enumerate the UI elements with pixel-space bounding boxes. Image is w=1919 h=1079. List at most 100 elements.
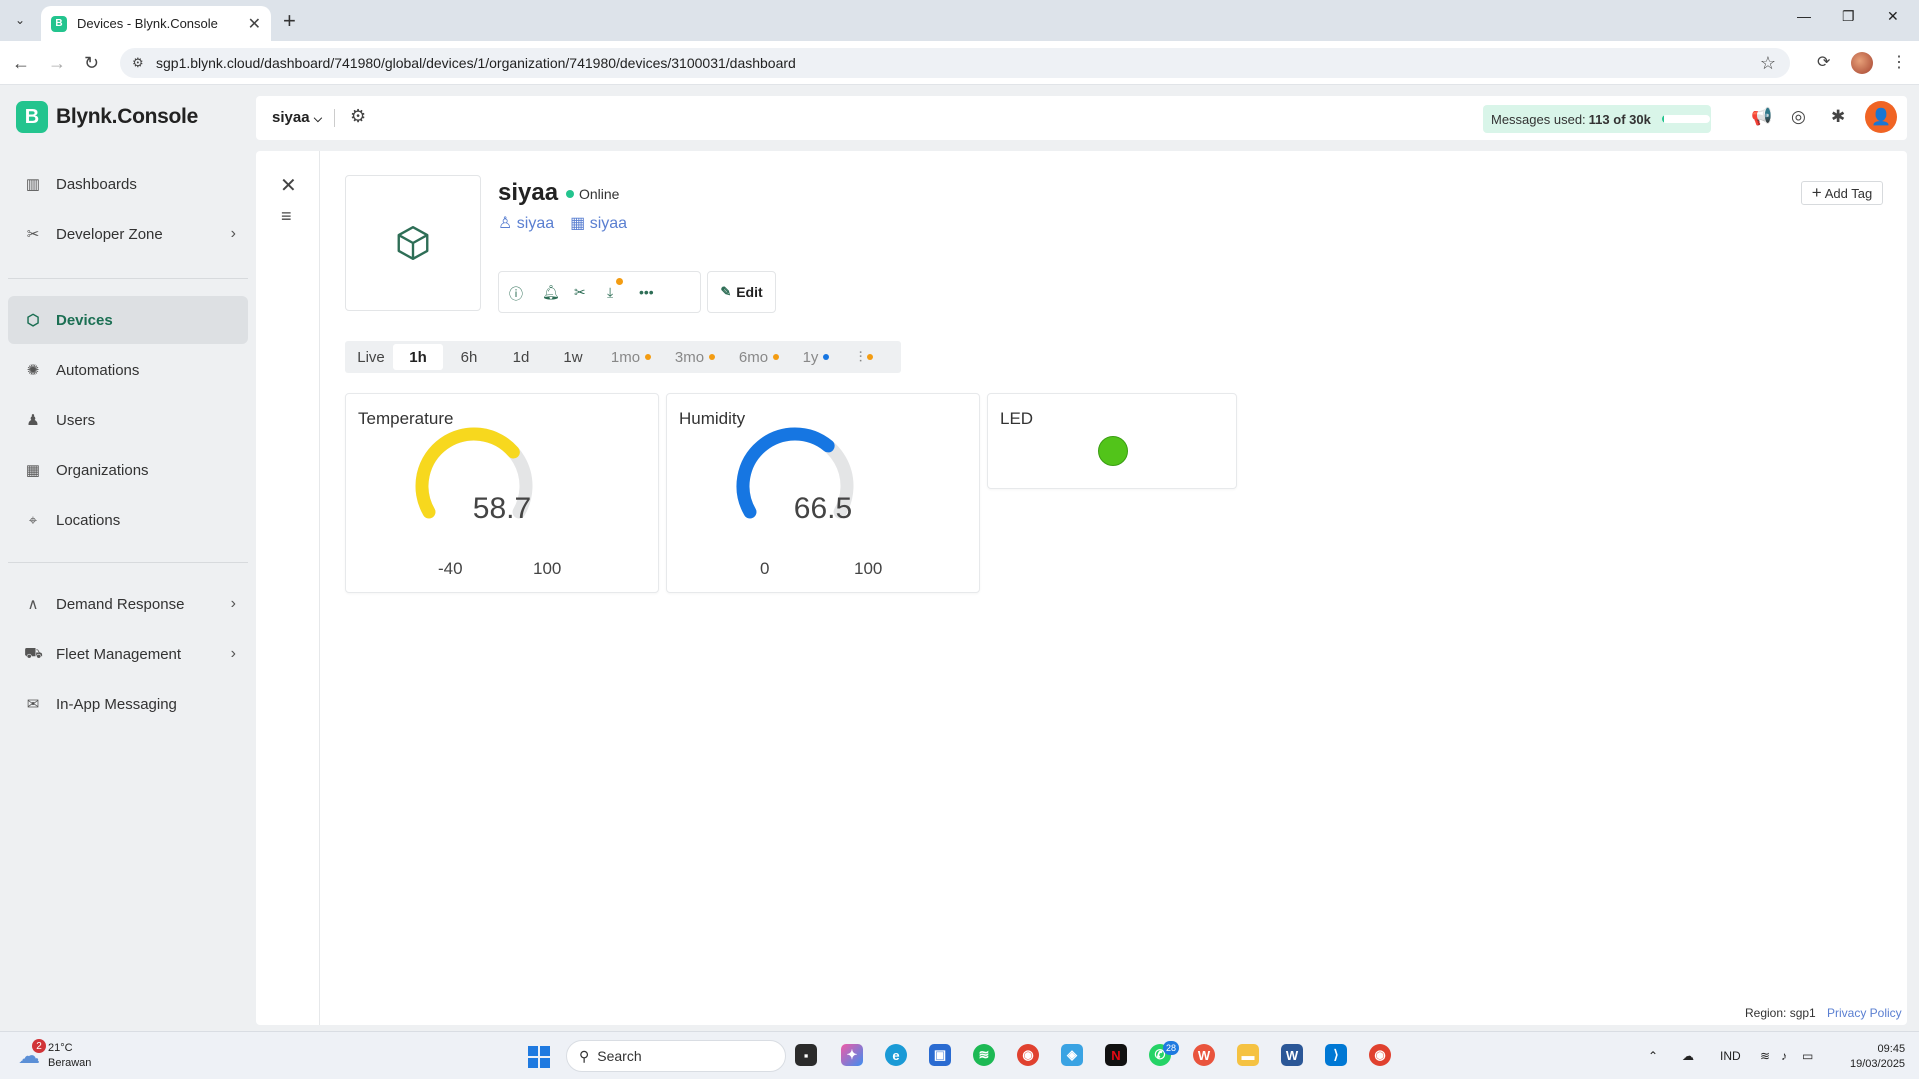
cube-icon: ⬡ (26, 312, 40, 329)
add-tag-button[interactable]: + Add Tag (1801, 181, 1883, 205)
messages-label: Messages used: (1491, 111, 1586, 127)
onedrive-icon[interactable]: ☁ (1682, 1049, 1694, 1063)
browser-toolbar: ← → ↻ ⚙ sgp1.blynk.cloud/dashboard/74198… (0, 41, 1919, 85)
led-widget[interactable]: LED (987, 393, 1237, 489)
sidebar-item-automations[interactable]: ✺ Automations (8, 346, 248, 394)
browser-tab[interactable]: B Devices - Blynk.Console ✕ (41, 6, 271, 41)
back-icon[interactable]: ← (12, 53, 30, 74)
status-text: Online (579, 186, 620, 202)
range-6mo[interactable]: 6mo (727, 344, 791, 370)
range-1w[interactable]: 1w (547, 344, 599, 370)
bookmark-star-icon[interactable]: ☆ (1760, 53, 1776, 74)
netflix-icon[interactable]: N (1105, 1044, 1127, 1066)
chevron-right-icon: › (230, 645, 236, 662)
range-1h[interactable]: 1h (393, 344, 443, 370)
org-selector[interactable]: siyaa ⌵ (272, 109, 322, 126)
sidebar-item-fleet-management[interactable]: ⛟ Fleet Management › (8, 630, 248, 678)
range-1y[interactable]: 1y (791, 344, 841, 370)
chevron-right-icon: › (230, 225, 236, 242)
windows-start-icon[interactable] (528, 1046, 550, 1068)
sidebar-item-devices[interactable]: ⬡ Devices (8, 296, 248, 344)
blynk-logo[interactable]: B Blynk.Console (16, 101, 198, 133)
new-tab-button[interactable]: + (283, 8, 296, 34)
chrome-active-icon[interactable]: ◉ (1369, 1044, 1391, 1066)
divider (334, 109, 335, 127)
sidebar-item-dashboards[interactable]: ▥ Dashboards (8, 160, 248, 208)
sidebar-item-locations[interactable]: ⌖ Locations (8, 496, 248, 544)
notification-dot (616, 278, 623, 285)
device-organization-link[interactable]: ▦ siyaa (570, 213, 627, 233)
range-live[interactable]: Live (349, 344, 393, 370)
range-6h[interactable]: 6h (443, 344, 495, 370)
custom-range-button[interactable]: ⫶ (841, 344, 891, 370)
cube-icon (397, 225, 429, 261)
range-3mo[interactable]: 3mo (663, 344, 727, 370)
file-explorer-icon[interactable]: ▬ (1237, 1044, 1259, 1066)
more-options-icon[interactable]: ••• (639, 284, 654, 300)
language-indicator[interactable]: IND (1720, 1049, 1741, 1063)
address-bar[interactable]: ⚙ sgp1.blynk.cloud/dashboard/741980/glob… (120, 48, 1790, 78)
temperature-gauge-widget[interactable]: Temperature 58.7 -40 100 (345, 393, 659, 593)
vscode-icon[interactable]: ⟩ (1325, 1044, 1347, 1066)
word-icon[interactable]: W (1281, 1044, 1303, 1066)
sidebar-item-demand-response[interactable]: ∧ Demand Response › (8, 580, 248, 628)
info-icon[interactable]: ⓘ (509, 284, 523, 304)
system-clock[interactable]: 09:45 19/03/2025 (1850, 1042, 1905, 1072)
download-icon[interactable]: ⤓ (607, 284, 613, 301)
bell-icon[interactable]: 🔔︎ (542, 284, 560, 301)
tray-overflow-icon[interactable]: ⌃ (1648, 1049, 1658, 1063)
sidebar-divider (8, 562, 248, 563)
browser-profile-avatar[interactable] (1851, 52, 1873, 74)
range-label: 1w (563, 348, 583, 366)
device-name: siyaa (498, 179, 559, 206)
browser-menu-icon[interactable]: ⋮ (1891, 52, 1907, 72)
volume-icon[interactable]: ♪ (1781, 1049, 1787, 1063)
device-owner-link[interactable]: ♙ siyaa (498, 213, 554, 233)
site-info-icon[interactable]: ⚙ (132, 55, 144, 71)
edit-dashboard-button[interactable]: ✎ Edit (707, 271, 776, 313)
humidity-gauge-widget[interactable]: Humidity 66.5 0 100 (666, 393, 980, 593)
close-panel-icon[interactable]: ✕ (280, 173, 297, 198)
extensions-icon[interactable]: ⟳ (1817, 52, 1830, 72)
weather-desc: Berawan (48, 1057, 92, 1069)
sidebar-item-developer-zone[interactable]: ✂ Developer Zone › (8, 210, 248, 258)
edge-browser-icon[interactable]: e (885, 1044, 907, 1066)
window-close-icon[interactable]: ✕ (1887, 8, 1899, 25)
wifi-icon[interactable]: ≋ (1760, 1049, 1770, 1063)
battery-icon[interactable]: ▭ (1802, 1049, 1813, 1063)
reload-icon[interactable]: ↻ (84, 53, 99, 74)
bug-report-icon[interactable]: ✱ (1831, 107, 1845, 127)
building-icon: ▦ (570, 215, 590, 232)
range-1d[interactable]: 1d (495, 344, 547, 370)
sidebar-item-in-app-messaging[interactable]: ✉ In-App Messaging (8, 680, 248, 728)
chrome-icon[interactable]: ◉ (1017, 1044, 1039, 1066)
developer-tools-icon[interactable]: ✂ (574, 284, 586, 301)
forward-icon[interactable]: → (48, 53, 66, 74)
help-lifebuoy-icon[interactable]: ◎ (1791, 107, 1806, 127)
announcements-megaphone-icon[interactable]: 📢 (1751, 107, 1772, 127)
org-settings-gear-icon[interactable]: ⚙ (350, 106, 366, 127)
device-image[interactable] (345, 175, 481, 311)
privacy-policy-link[interactable]: Privacy Policy (1827, 1006, 1902, 1020)
sidebar-item-users[interactable]: ♟ Users (8, 396, 248, 444)
taskbar-search[interactable]: ⚲ Search (566, 1040, 786, 1072)
minimize-icon[interactable]: — (1797, 8, 1811, 24)
range-1mo[interactable]: 1mo (599, 344, 663, 370)
copilot-icon[interactable]: ✦ (841, 1044, 863, 1066)
sidebar-item-organizations[interactable]: ▦ Organizations (8, 446, 248, 494)
task-view-icon[interactable]: ▪ (795, 1044, 817, 1066)
tab-search-button[interactable]: ⌄ (8, 8, 32, 32)
restore-icon[interactable]: ❐ (1842, 8, 1855, 25)
range-label: 1y (802, 348, 819, 366)
premium-dot (867, 354, 874, 360)
automation-icon: ✺ (26, 362, 40, 379)
wps-office-icon[interactable]: W (1193, 1044, 1215, 1066)
tab-close-icon[interactable]: ✕ (248, 14, 261, 34)
photos-icon[interactable]: ◈ (1061, 1044, 1083, 1066)
search-icon: ⚲ (579, 1047, 590, 1064)
weather-widget[interactable]: ☁ 2 21°C Berawan (18, 1039, 92, 1071)
microsoft-store-icon[interactable]: ▣ (929, 1044, 951, 1066)
menu-icon[interactable]: ≡ (281, 206, 292, 227)
user-avatar[interactable]: 👤 (1865, 101, 1897, 133)
spotify-icon[interactable]: ≋ (973, 1044, 995, 1066)
